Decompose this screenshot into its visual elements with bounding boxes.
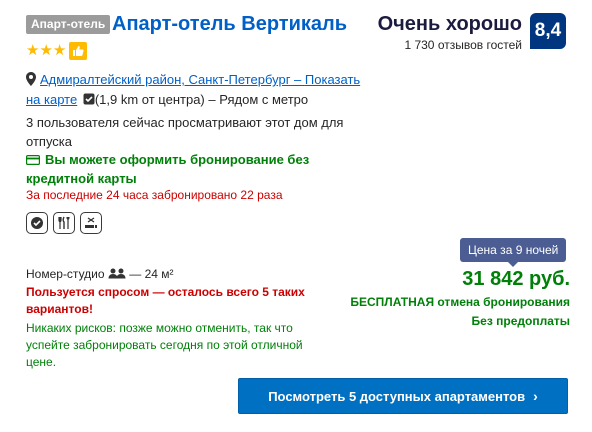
star-icon: ★	[39, 42, 53, 59]
room-size: — 24 м²	[129, 267, 174, 281]
free-cancellation-text: БЕСПЛАТНАЯ отмена бронирования	[350, 295, 570, 309]
nights-price-badge: Цена за 9 ночей	[460, 238, 567, 267]
room-type[interactable]: Номер-студио	[26, 267, 105, 281]
room-type-line: Номер-студио — 24 м²	[26, 266, 174, 282]
no-card-text: Вы можете оформить бронирование без кред…	[26, 152, 310, 186]
review-score-badge[interactable]: 8,4	[530, 13, 566, 49]
check-box-icon	[83, 93, 95, 105]
wifi-icon	[26, 212, 48, 234]
no-card-notice: Вы можете оформить бронирование без кред…	[26, 150, 346, 188]
see-availability-label: Посмотреть 5 доступных апартаментов	[268, 388, 526, 404]
location-line: Адмиралтейский район, Санкт-Петербург – …	[26, 72, 361, 107]
high-demand-warning: Пользуется спросом — осталось всего 5 та…	[26, 285, 305, 316]
two-people-icon	[108, 268, 126, 279]
property-title[interactable]: Апарт-отель Вертикаль	[112, 12, 347, 36]
see-availability-button[interactable]: Посмотреть 5 доступных апартаментов ›	[238, 378, 568, 414]
metro-note: – Рядом с метро	[208, 92, 309, 107]
restaurant-icon	[53, 212, 75, 234]
review-count[interactable]: 1 730 отзывов гостей	[404, 38, 522, 52]
viewing-now-text: 3 пользователя сейчас просматривают этот…	[26, 115, 344, 149]
location-pin-icon	[26, 72, 36, 86]
thumbs-up-icon	[69, 42, 88, 60]
star-icon: ★	[52, 42, 67, 59]
facilities-row	[26, 212, 102, 234]
credit-card-icon	[26, 155, 40, 165]
recent-bookings-text: За последние 24 часа забронировано 22 ра…	[26, 188, 283, 202]
no-smoking-icon	[80, 212, 102, 234]
property-type-badge: Апарт-отель	[26, 15, 111, 34]
no-prepayment-text: Без предоплаты	[471, 314, 570, 328]
location-link[interactable]: Адмиралтейский район, Санкт-Петербург	[40, 72, 290, 87]
review-score-word[interactable]: Очень хорошо	[378, 13, 522, 35]
star-rating: ★ ★ ★	[26, 42, 88, 60]
distance-from-center: (1,9 km от центра)	[94, 92, 205, 107]
total-price: 31 842 руб.	[462, 268, 570, 290]
chevron-right-icon: ›	[533, 388, 538, 404]
star-icon: ★	[26, 42, 40, 59]
no-risk-text: Никаких рисков: позже можно отменить, та…	[26, 321, 303, 369]
